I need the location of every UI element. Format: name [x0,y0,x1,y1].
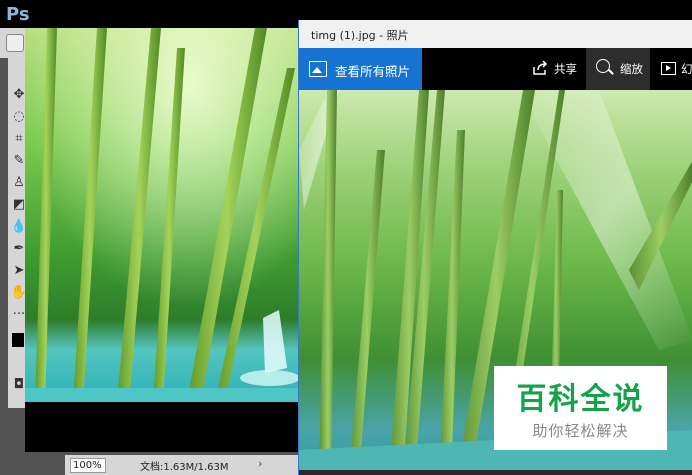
photoshop-status-bar: 100% 文档:1.63M/1.63M › [65,455,300,475]
watermark-subtitle: 助你轻松解决 [532,422,629,440]
share-icon [532,60,548,75]
slideshow-icon [661,62,676,75]
zoom-icon [596,59,610,73]
photoshop-logo: Ps [6,4,30,25]
view-all-photos-button[interactable]: 查看所有照片 [299,48,422,90]
gallery-icon [309,61,327,77]
share-button[interactable]: 共享 [527,48,581,90]
watermark-title: 百科全说 [516,382,645,417]
status-menu-arrow-icon[interactable]: › [258,457,262,470]
zoom-label: 缩放 [620,62,643,76]
slideshow-button[interactable]: 幻 [657,48,692,90]
tool-preset-icon[interactable] [6,34,24,52]
view-all-photos-label: 查看所有照片 [335,64,411,79]
zoom-button[interactable]: 缩放 [586,48,650,90]
window-title: timg (1).jpg - 照片 [311,29,409,42]
bamboo-scene-left [25,28,300,402]
photos-title-bar: timg (1).jpg - 照片 [299,20,692,48]
slideshow-label: 幻 [681,62,692,76]
document-bamboo-photo [25,28,300,402]
photos-bottom-strip [299,470,692,475]
watermark-logo: 百科全说 助你轻松解决 [494,366,667,450]
share-label: 共享 [554,62,577,76]
zoom-level-field[interactable]: 100% [70,458,106,473]
photos-command-bar: 查看所有照片 共享 缩放 幻 [299,48,692,90]
foreground-color-swatch[interactable] [12,333,24,347]
document-size-info: 文档:1.63M/1.63M [140,462,229,473]
